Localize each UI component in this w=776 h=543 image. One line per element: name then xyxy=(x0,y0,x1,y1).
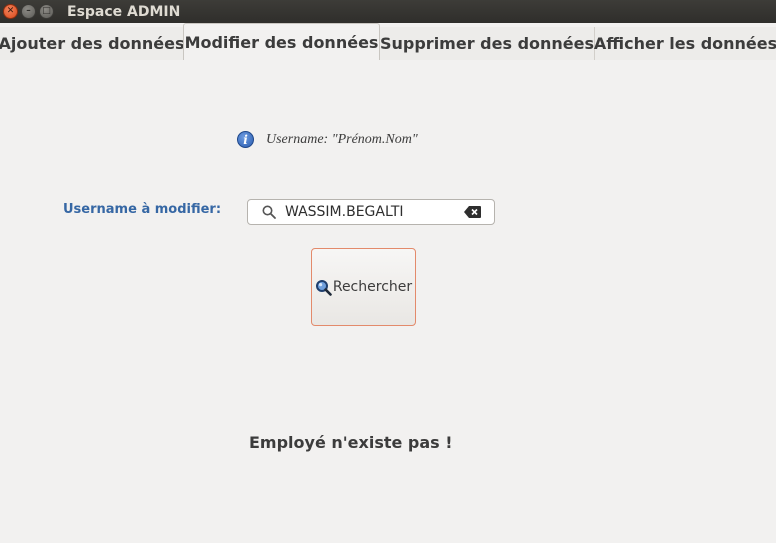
status-message: Employé n'existe pas ! xyxy=(249,433,453,452)
tab-modifier[interactable]: Modifier des données xyxy=(183,23,380,60)
hint-text: Username: "Prénom.Nom" xyxy=(266,131,418,147)
username-search-input[interactable]: WASSIM.BEGALTI xyxy=(247,199,495,225)
magnifier-icon xyxy=(315,279,332,296)
tab-supprimer[interactable]: Supprimer des données xyxy=(380,27,595,60)
maximize-window-button[interactable]: □ xyxy=(39,4,54,19)
search-input-value[interactable]: WASSIM.BEGALTI xyxy=(285,204,404,220)
tab-ajouter-label: Ajouter des données xyxy=(0,34,185,53)
title-bar: ✕ – □ Espace ADMIN xyxy=(0,0,776,23)
username-format-hint: i Username: "Prénom.Nom" xyxy=(237,131,418,148)
window-controls: ✕ – □ xyxy=(3,4,54,19)
info-icon: i xyxy=(237,131,254,148)
tab-ajouter[interactable]: Ajouter des données xyxy=(0,27,185,60)
username-field-label: Username à modifier: xyxy=(63,202,222,217)
close-window-button[interactable]: ✕ xyxy=(3,4,18,19)
clear-text-icon[interactable] xyxy=(464,206,481,218)
minimize-window-button[interactable]: – xyxy=(21,4,36,19)
search-button[interactable]: Rechercher xyxy=(311,248,416,326)
search-button-label: Rechercher xyxy=(332,279,413,295)
search-icon xyxy=(262,205,276,219)
window-title: Espace ADMIN xyxy=(67,3,181,20)
tab-modifier-label: Modifier des données xyxy=(184,32,379,52)
tab-supprimer-label: Supprimer des données xyxy=(379,34,595,53)
tab-bar: Ajouter des données Modifier des données… xyxy=(0,23,776,60)
tab-afficher-label: Afficher les données xyxy=(593,34,776,53)
tab-afficher[interactable]: Afficher les données xyxy=(593,27,776,60)
